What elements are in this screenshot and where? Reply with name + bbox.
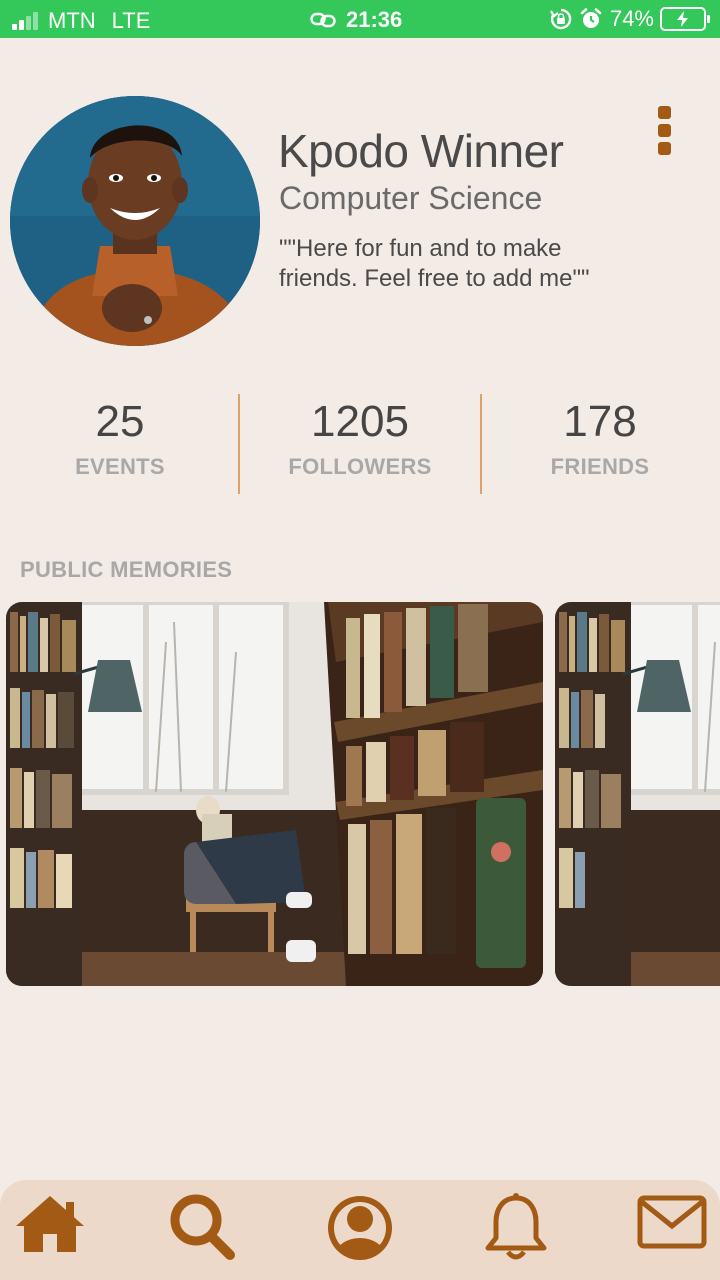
profile-icon [328,1196,392,1260]
search-icon [170,1194,235,1260]
memory-card[interactable] [6,602,543,986]
battery-charging-icon [660,7,710,31]
avatar[interactable] [10,96,260,346]
home-icon [16,1196,84,1252]
status-right: 74% [550,6,710,32]
nav-home[interactable] [10,1192,90,1272]
bottom-nav [0,1180,720,1280]
stat-followers[interactable]: 1205 FOLLOWERS [240,392,480,494]
stat-followers-value: 1205 [311,397,409,446]
rotation-lock-icon [550,8,572,30]
bell-icon [485,1193,547,1260]
nav-notifications[interactable] [476,1192,556,1272]
carrier-name: MTN [48,8,96,33]
profile-department: Computer Science [279,180,543,216]
nav-messages[interactable] [632,1192,712,1272]
stat-friends-value: 178 [563,397,637,446]
public-memories-title: PUBLIC MEMORIES [20,557,233,582]
battery-percent: 74% [609,6,654,31]
profile-name: Kpodo Winner [278,125,564,177]
status-bar: MTN LTE 21:36 74% [0,0,720,38]
status-center: 21:36 [310,7,402,33]
memories-carousel[interactable] [0,602,720,988]
more-vertical-icon[interactable] [654,106,674,158]
stat-events[interactable]: 25 EVENTS [0,392,240,494]
link-icon [310,12,336,28]
profile-bio: ""Here for fun and to make friends. Feel… [279,235,590,292]
status-left: MTN LTE [12,8,150,34]
stat-friends[interactable]: 178 FRIENDS [480,392,720,494]
clock-time: 21:36 [346,7,403,32]
stat-friends-label: FRIENDS [550,454,650,479]
nav-search[interactable] [162,1192,242,1272]
stat-events-value: 25 [95,397,145,446]
stat-followers-label: FOLLOWERS [288,454,432,479]
nav-profile[interactable] [320,1192,400,1272]
network-type: LTE [111,8,151,33]
mail-icon [637,1195,707,1249]
stat-events-label: EVENTS [75,454,165,479]
stats-row: 25 EVENTS 1205 FOLLOWERS 178 FRIENDS [0,392,720,494]
signal-icon [12,12,40,30]
profile-screen: MTN LTE 21:36 74% Kpodo Winner Computer … [0,0,720,1280]
memory-card[interactable] [555,602,720,986]
alarm-icon [580,8,602,28]
